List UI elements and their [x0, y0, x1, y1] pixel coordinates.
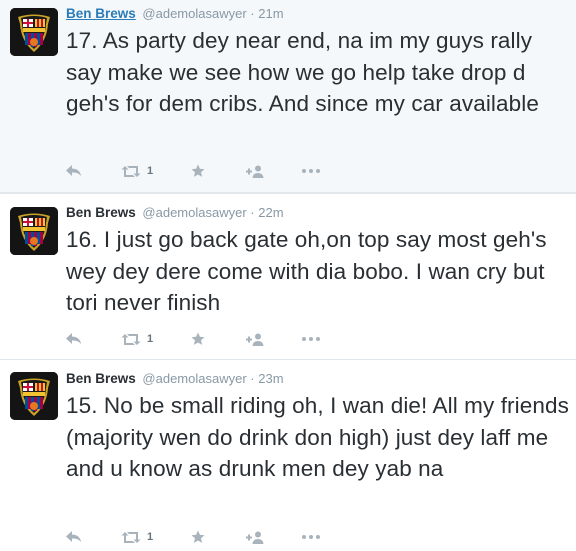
reply-button[interactable]: [66, 163, 82, 179]
follow-button[interactable]: [246, 331, 265, 347]
tweet-text: 16. I just go back gate oh,on top say mo…: [66, 227, 547, 315]
favorite-button[interactable]: [191, 529, 205, 545]
star-icon: [191, 530, 205, 543]
retweet-button[interactable]: 1: [121, 163, 153, 179]
author-handle[interactable]: @ademolasawyer: [142, 371, 246, 386]
author-handle[interactable]: @ademolasawyer: [142, 6, 246, 21]
avatar[interactable]: [10, 372, 58, 420]
separator: ·: [250, 205, 255, 220]
author-handle[interactable]: @ademolasawyer: [142, 205, 246, 220]
fc-barcelona-crest-icon: [10, 8, 58, 56]
tweet-actions: 1: [66, 163, 466, 179]
retweet-icon: [121, 165, 141, 177]
tweet-actions: 1: [66, 529, 466, 545]
tweet-header: Ben Brews @ademolasawyer · 23m: [66, 370, 284, 388]
avatar[interactable]: [10, 8, 58, 56]
retweet-icon: [121, 531, 141, 543]
more-icon: [302, 535, 320, 539]
follow-button[interactable]: [246, 163, 265, 179]
tweet-header: Ben Brews @ademolasawyer · 21m: [66, 5, 284, 23]
follow-icon: [246, 165, 264, 178]
retweet-count: 1: [147, 333, 154, 345]
fc-barcelona-crest-icon: [10, 207, 58, 255]
follow-icon: [246, 333, 264, 346]
author-name[interactable]: Ben Brews: [66, 371, 136, 386]
retweet-button[interactable]: 1: [121, 529, 153, 545]
retweet-button[interactable]: 1: [121, 331, 153, 347]
follow-icon: [246, 531, 264, 544]
tweet[interactable]: Ben Brews @ademolasawyer · 23m 15. No be…: [0, 360, 576, 551]
timestamp[interactable]: 23m: [258, 371, 283, 386]
tweet[interactable]: Ben Brews @ademolasawyer · 21m 17. As pa…: [0, 0, 576, 193]
reply-icon: [66, 165, 81, 176]
tweet-text: 15. No be small riding oh, I wan die! Al…: [66, 393, 569, 481]
separator: ·: [250, 6, 255, 21]
tweet-actions: 1: [66, 331, 466, 347]
fc-barcelona-crest-icon: [10, 372, 58, 420]
reply-button[interactable]: [66, 331, 82, 347]
reply-button[interactable]: [66, 529, 82, 545]
more-button[interactable]: [302, 331, 320, 347]
favorite-button[interactable]: [191, 163, 205, 179]
timestamp[interactable]: 21m: [258, 6, 283, 21]
tweet-timeline: Ben Brews @ademolasawyer · 21m 17. As pa…: [0, 0, 576, 551]
avatar[interactable]: [10, 207, 58, 255]
more-button[interactable]: [302, 529, 320, 545]
star-icon: [191, 332, 205, 345]
author-name[interactable]: Ben Brews: [66, 205, 136, 220]
tweet[interactable]: Ben Brews @ademolasawyer · 22m 16. I jus…: [0, 193, 576, 360]
follow-button[interactable]: [246, 529, 265, 545]
reply-icon: [66, 531, 81, 542]
tweet-header: Ben Brews @ademolasawyer · 22m: [66, 204, 284, 222]
timestamp[interactable]: 22m: [258, 205, 283, 220]
tweet-text: 17. As party dey near end, na im my guys…: [66, 28, 539, 116]
more-icon: [302, 337, 320, 341]
retweet-count: 1: [147, 531, 154, 543]
retweet-count: 1: [147, 165, 154, 177]
author-name[interactable]: Ben Brews: [66, 6, 136, 21]
separator: ·: [250, 371, 255, 386]
retweet-icon: [121, 333, 141, 345]
reply-icon: [66, 333, 81, 344]
favorite-button[interactable]: [191, 331, 205, 347]
more-icon: [302, 169, 320, 173]
more-button[interactable]: [302, 163, 320, 179]
star-icon: [191, 164, 205, 177]
